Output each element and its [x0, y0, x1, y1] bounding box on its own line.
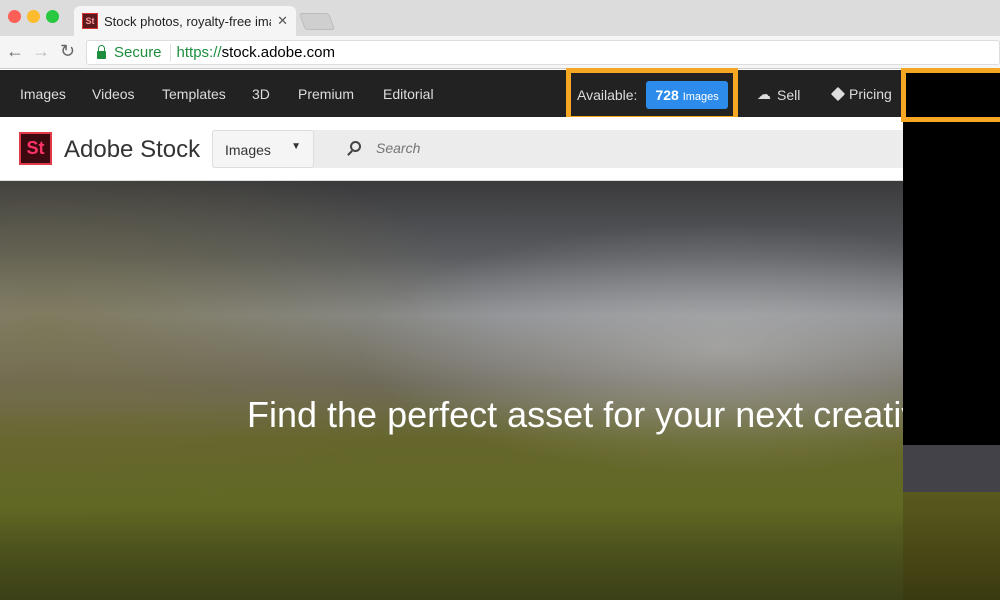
available-label: Available:	[577, 86, 638, 103]
pricing-label: Pricing	[849, 86, 892, 102]
close-tab-icon[interactable]: ✕	[277, 13, 288, 29]
panel-highlight	[901, 68, 1000, 122]
sell-label: Sell	[777, 86, 801, 103]
url-field[interactable]: Secure https:// stock.adobe.com	[86, 40, 1000, 65]
available-images-badge[interactable]: 728 Images	[646, 80, 728, 109]
cloud-upload-icon: ☁	[757, 86, 771, 102]
search-icon	[350, 141, 361, 152]
hero-image: Find the perfect asset for your next cre…	[0, 181, 903, 600]
nav-editorial[interactable]: Editorial	[383, 86, 434, 102]
close-window-button[interactable]	[8, 10, 21, 23]
search-input[interactable]	[376, 140, 876, 156]
chevron-down-icon: ▼	[291, 141, 301, 152]
nav-3d[interactable]: 3D	[252, 86, 270, 102]
url-scheme: https://	[176, 44, 222, 61]
hero-image-edge	[903, 492, 1000, 600]
search-type-value: Images	[225, 142, 271, 158]
secure-label: Secure	[114, 44, 171, 61]
search-header: St Adobe Stock Images ▼	[0, 117, 903, 181]
browser-tab-bar: St Stock photos, royalty-free ima ✕	[0, 0, 1000, 36]
nav-templates[interactable]: Templates	[162, 86, 226, 102]
nav-premium[interactable]: Premium	[298, 86, 354, 102]
lock-icon	[97, 44, 106, 59]
overlay-panel	[903, 70, 1000, 445]
hero-headline: Find the perfect asset for your next cre…	[247, 394, 903, 435]
reload-icon[interactable]: ↻	[60, 41, 75, 62]
top-navigation: Images Videos Templates 3D Premium Edito…	[0, 68, 1000, 121]
search-bar: Images ▼	[212, 130, 903, 168]
available-highlight: Available: 728 Images	[566, 68, 738, 121]
overlay-panel-footer	[903, 445, 1000, 492]
pricing-link[interactable]: Pricing	[830, 86, 892, 102]
nav-videos[interactable]: Videos	[92, 86, 135, 102]
new-tab-button[interactable]	[298, 13, 336, 30]
browser-tab[interactable]: St Stock photos, royalty-free ima ✕	[74, 6, 296, 36]
brand-name[interactable]: Adobe Stock	[64, 136, 200, 164]
minimize-window-button[interactable]	[27, 10, 40, 23]
tab-title: Stock photos, royalty-free ima	[104, 13, 272, 29]
maximize-window-button[interactable]	[46, 10, 59, 23]
nav-images[interactable]: Images	[20, 86, 66, 102]
url-host: stock.adobe.com	[221, 44, 335, 61]
available-unit: Images	[682, 90, 719, 103]
tag-icon	[830, 86, 846, 102]
available-count: 728	[655, 86, 679, 103]
address-bar-row: ← → ↻ Secure https:// stock.adobe.com	[0, 36, 1000, 69]
search-type-select[interactable]: Images ▼	[212, 130, 314, 168]
back-icon[interactable]: ←	[6, 41, 24, 62]
favicon: St	[82, 13, 98, 29]
sell-link[interactable]: ☁ Sell	[757, 86, 800, 103]
forward-icon[interactable]: →	[32, 41, 50, 62]
adobe-stock-logo[interactable]: St	[19, 132, 52, 165]
